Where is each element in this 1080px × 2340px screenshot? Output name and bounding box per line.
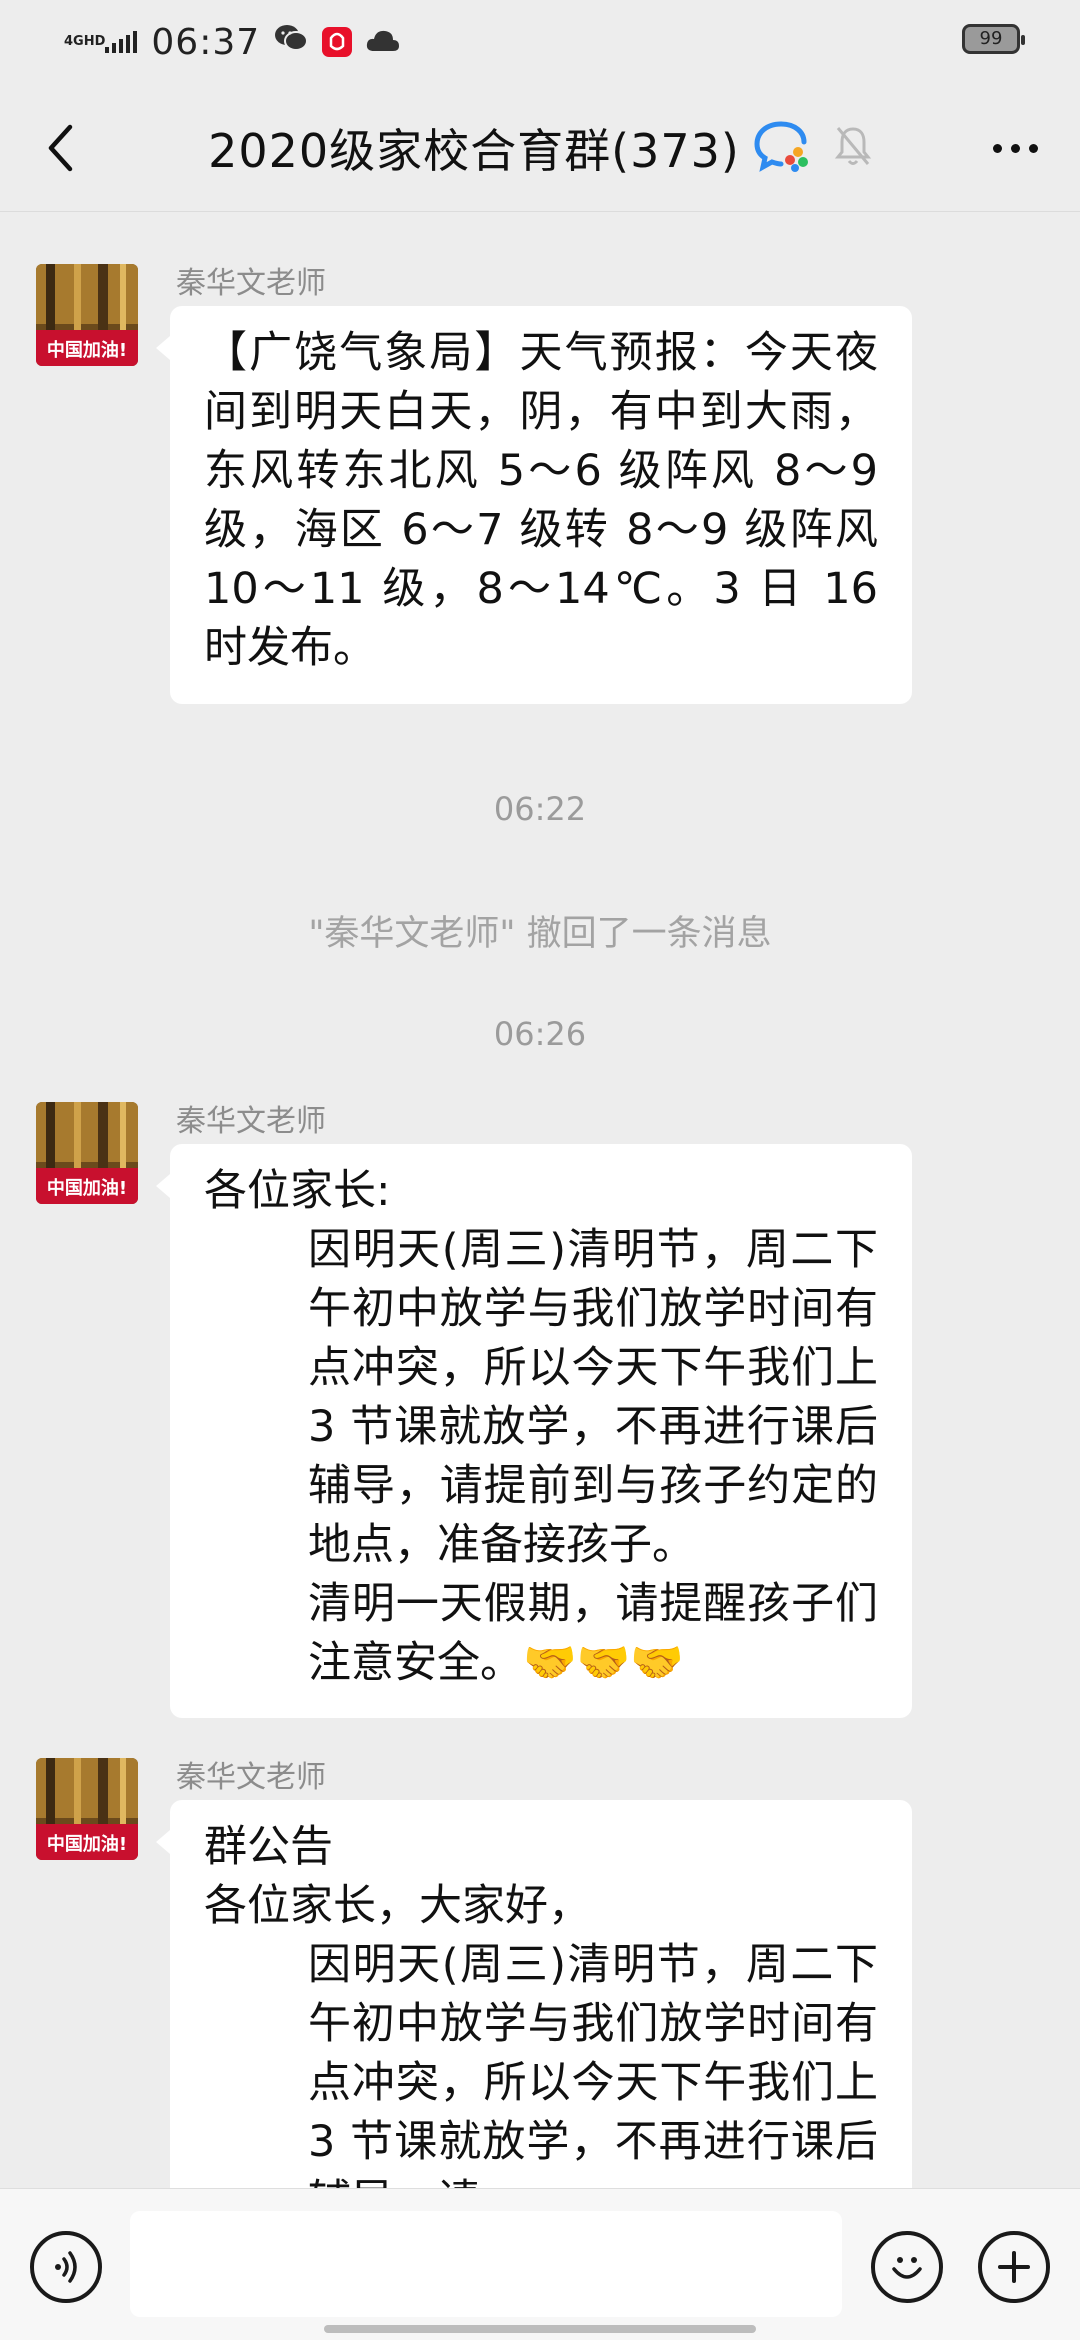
svg-text:中国加油!: 中国加油! [47, 339, 127, 361]
dot-icon [992, 143, 1002, 153]
message-text: 群公告 [204, 1822, 333, 1872]
more-functions-button[interactable] [978, 2231, 1050, 2303]
message-text: 因明天(周三)清明节，周二下午初中放学与我们放学时间有点冲突，所以今天下午我们上… [308, 1940, 878, 2226]
status-time: 06:37 [151, 21, 261, 63]
network-type: 4GHD [64, 34, 106, 49]
input-bar [0, 2188, 1080, 2340]
wechat-icon [274, 22, 309, 62]
sender-name: 秦华文老师 [176, 1760, 326, 1795]
plus-icon [998, 2251, 1030, 2283]
back-button[interactable] [30, 118, 90, 178]
message-text: 各位家长: [204, 1166, 391, 1216]
chat-title: 2020级家校合育群(373) [208, 123, 740, 178]
message-bubble[interactable]: 【广饶气象局】天气预报：今天夜间到明天白天，阴，有中到大雨，东风转东北风 5～6… [156, 306, 912, 704]
timestamp: 06:26 [493, 1015, 587, 1053]
sender-name: 秦华文老师 [176, 1104, 326, 1139]
mute-bell-icon [834, 124, 872, 172]
message-text: 因明天(周三)清明节，周二下午初中放学与我们放学时间有点冲突，所以今天下午我们上… [308, 1225, 878, 1570]
avatar[interactable]: 中国加油! [36, 1102, 138, 1204]
sender-name: 秦华文老师 [176, 266, 326, 301]
message-text: 各位家长，大家好， [204, 1881, 591, 1931]
avatar[interactable]: 中国加油! [36, 264, 138, 366]
home-indicator[interactable] [324, 2325, 756, 2333]
smiley-icon [892, 2257, 922, 2279]
message-bubble[interactable]: 各位家长: 因明天(周三)清明节，周二下午初中放学与我们放学时间有点冲突，所以今… [156, 1144, 912, 1718]
cloud-icon [366, 22, 400, 62]
more-options-button[interactable] [980, 118, 1050, 178]
emoji-button[interactable] [871, 2231, 943, 2303]
timestamp: 06:22 [493, 790, 587, 828]
message-input[interactable] [130, 2211, 842, 2317]
voice-input-button[interactable] [30, 2231, 102, 2303]
dot-icon [1010, 143, 1020, 153]
svg-text:中国加油!: 中国加油! [47, 1177, 127, 1199]
signal-icon [105, 31, 138, 53]
status-bar: 4GHD 06:37 99 [0, 0, 1080, 84]
recall-notice: "秦华文老师" 撤回了一条消息 [308, 914, 772, 954]
message-text: 【广饶气象局】天气预报：今天夜间到明天白天，阴，有中到大雨，东风转东北风 5～6… [204, 328, 878, 673]
wecom-chat-icon[interactable] [754, 120, 812, 176]
message-text: 清明一天假期，请提醒孩子们注意安全。🤝🤝🤝 [308, 1579, 878, 1688]
chevron-left-icon [48, 124, 73, 172]
chat-header: 2020级家校合育群(373) [0, 84, 1080, 212]
battery-indicator: 99 [962, 24, 1025, 54]
svg-text:中国加油!: 中国加油! [47, 1833, 127, 1855]
avatar[interactable]: 中国加油! [36, 1758, 138, 1860]
voice-icon [55, 2251, 77, 2283]
dot-icon [1028, 143, 1038, 153]
app-notification-icon [322, 27, 353, 57]
